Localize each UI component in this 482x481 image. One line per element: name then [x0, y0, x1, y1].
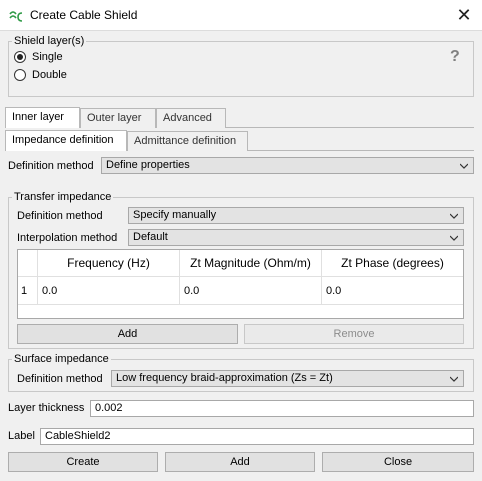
double-radio-label[interactable]: Double — [32, 69, 67, 81]
interpolation-method-value: Default — [133, 231, 168, 243]
surface-definition-method-select[interactable]: Low frequency braid-approximation (Zs = … — [111, 370, 464, 387]
transfer-impedance-title: Transfer impedance — [12, 191, 114, 203]
row-index: 1 — [18, 277, 38, 305]
transfer-definition-method-value: Specify manually — [133, 209, 217, 221]
shield-layers-group — [8, 41, 474, 97]
transfer-definition-method-label: Definition method — [17, 210, 103, 222]
add-button[interactable]: Add — [165, 452, 315, 472]
definition-method-label: Definition method — [8, 160, 94, 172]
column-header-frequency[interactable]: Frequency (Hz) — [38, 250, 180, 277]
close-icon[interactable]: ✕ — [452, 4, 476, 26]
layer-thickness-input[interactable]: 0.002 — [90, 400, 474, 417]
remove-row-button[interactable]: Remove — [244, 324, 464, 344]
transfer-definition-method-select[interactable]: Specify manually — [128, 207, 464, 224]
label-input[interactable]: CableShield2 — [40, 428, 474, 445]
column-header-zt-magnitude[interactable]: Zt Magnitude (Ohm/m) — [180, 250, 322, 277]
tab-inner-layer[interactable]: Inner layer — [5, 107, 80, 128]
tab-advanced[interactable]: Advanced — [156, 108, 226, 128]
chevron-down-icon — [450, 376, 458, 382]
interpolation-method-select[interactable]: Default — [128, 229, 464, 246]
add-row-button[interactable]: Add — [17, 324, 238, 344]
chevron-down-icon — [460, 163, 468, 169]
shield-layers-title: Shield layer(s) — [12, 35, 87, 47]
definition-method-select[interactable]: Define properties — [101, 157, 474, 174]
tab-admittance-definition[interactable]: Admittance definition — [127, 131, 248, 151]
close-button[interactable]: Close — [322, 452, 474, 472]
layer-thickness-label: Layer thickness — [8, 402, 85, 414]
single-radio-label[interactable]: Single — [32, 51, 63, 63]
surface-impedance-title: Surface impedance — [12, 353, 111, 365]
tab-outer-layer[interactable]: Outer layer — [80, 108, 156, 128]
surface-definition-method-value: Low frequency braid-approximation (Zs = … — [116, 372, 333, 384]
cable-shield-app-icon — [9, 11, 23, 22]
interpolation-method-label: Interpolation method — [17, 232, 118, 244]
table-cell-frequency[interactable]: 0.0 — [38, 277, 180, 305]
row-header-corner — [18, 250, 38, 277]
surface-definition-method-label: Definition method — [17, 373, 103, 385]
chevron-down-icon — [450, 235, 458, 241]
window-title: Create Cable Shield — [30, 8, 138, 22]
table-cell-zt-phase[interactable]: 0.0 — [322, 277, 463, 305]
create-button[interactable]: Create — [8, 452, 158, 472]
double-radio[interactable] — [14, 69, 26, 81]
chevron-down-icon — [450, 213, 458, 219]
definition-method-value: Define properties — [106, 159, 190, 171]
tab-impedance-definition[interactable]: Impedance definition — [5, 130, 127, 151]
single-radio[interactable] — [14, 51, 26, 63]
column-header-zt-phase[interactable]: Zt Phase (degrees) — [322, 250, 463, 277]
table-cell-zt-magnitude[interactable]: 0.0 — [180, 277, 322, 305]
help-icon[interactable]: ? — [450, 48, 460, 66]
label-field-label: Label — [8, 430, 35, 442]
